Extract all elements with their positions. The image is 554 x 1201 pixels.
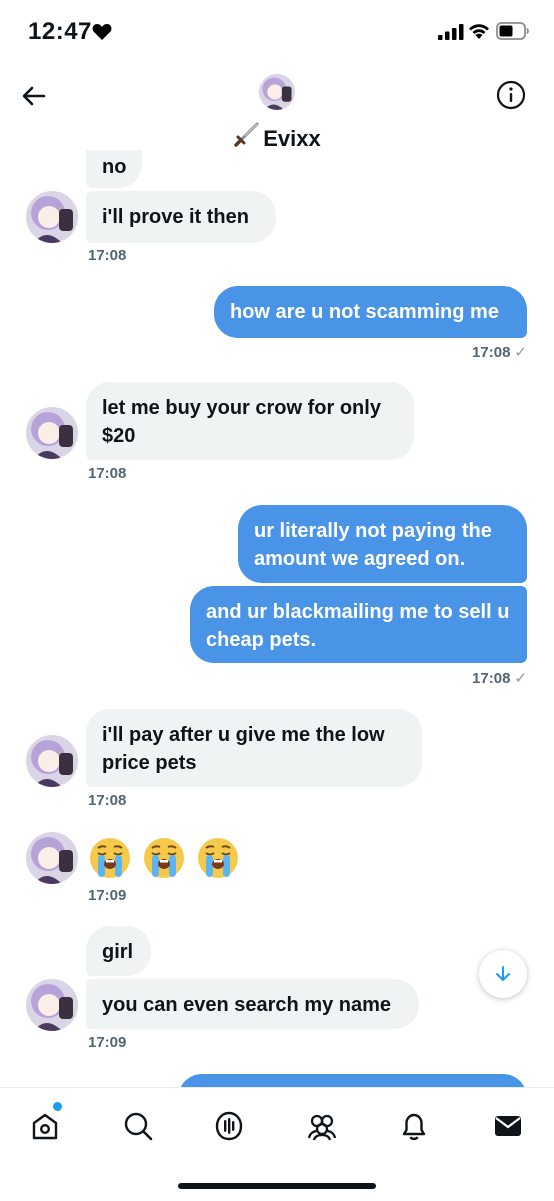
cellular-signal-icon xyxy=(438,24,464,40)
avatar[interactable] xyxy=(26,735,78,787)
message-timestamp: 17:09 xyxy=(88,887,127,904)
nav-spaces[interactable] xyxy=(209,1106,249,1146)
loudly-crying-face-icon xyxy=(198,838,238,878)
info-icon[interactable] xyxy=(496,80,526,110)
new-activity-dot xyxy=(53,1102,62,1111)
received-message[interactable]: i'll prove it then xyxy=(86,191,276,243)
sent-message[interactable]: how are u not scamming me xyxy=(214,286,527,338)
message-text: let me buy your crow for only $20 xyxy=(102,397,381,447)
received-message[interactable]: you can even search my name xyxy=(86,979,419,1029)
avatar[interactable] xyxy=(26,407,78,459)
message-text: you can even search my name xyxy=(102,994,392,1016)
search-icon xyxy=(124,1112,153,1141)
back-arrow-icon[interactable] xyxy=(18,80,50,112)
received-message[interactable]: girl xyxy=(86,926,151,976)
message-text: how are u not scamming me xyxy=(230,301,499,323)
loudly-crying-face-icon xyxy=(144,838,184,878)
timestamp-text: 17:08 xyxy=(472,344,511,361)
battery-icon xyxy=(496,22,529,40)
nav-communities[interactable] xyxy=(302,1106,342,1146)
loudly-crying-face-icon xyxy=(90,838,130,878)
emoji-message[interactable] xyxy=(88,834,240,880)
envelope-icon xyxy=(495,1116,521,1136)
scroll-to-bottom-button[interactable] xyxy=(479,950,527,998)
message-text: no xyxy=(102,156,127,178)
message-text: girl xyxy=(102,941,134,963)
spaces-icon xyxy=(215,1111,243,1141)
received-message[interactable]: no xyxy=(86,150,143,188)
received-message[interactable]: let me buy your crow for only $20 xyxy=(86,382,414,460)
status-bar: 12:47 xyxy=(0,0,554,66)
header-avatar[interactable] xyxy=(259,74,295,110)
nav-search[interactable] xyxy=(118,1106,158,1146)
wifi-icon xyxy=(469,24,489,39)
message-text: and ur blackmailing me to sell u cheap p… xyxy=(206,601,510,651)
message-timestamp: 17:08 ✓ xyxy=(472,343,527,361)
message-text: i'll pay after u give me the low price p… xyxy=(102,724,385,774)
sent-message[interactable]: ur literally not paying the amount we ag… xyxy=(238,505,527,583)
bell-icon xyxy=(402,1113,426,1141)
nav-notifications[interactable] xyxy=(394,1106,434,1146)
message-text: ur literally not paying the amount we ag… xyxy=(254,520,492,570)
sent-message[interactable] xyxy=(178,1074,527,1088)
dagger-emoji-icon xyxy=(234,122,259,147)
conversation-header: Evixx xyxy=(0,66,554,156)
message-timestamp: 17:08 xyxy=(88,247,127,264)
nav-messages[interactable] xyxy=(488,1106,528,1146)
sent-check-icon: ✓ xyxy=(514,344,527,361)
status-time: 12:47 xyxy=(28,18,92,45)
arrow-down-icon xyxy=(496,966,510,981)
conversation-name: Evixx xyxy=(263,126,321,151)
message-timestamp: 17:08 xyxy=(88,792,127,809)
avatar[interactable] xyxy=(26,191,78,243)
nav-home[interactable] xyxy=(25,1106,65,1146)
message-list[interactable]: no i'll prove it then 17:08 how are u no… xyxy=(0,150,554,1088)
home-icon xyxy=(32,1113,58,1140)
avatar[interactable] xyxy=(26,832,78,884)
message-timestamp: 17:08 ✓ xyxy=(472,669,527,687)
heart-icon xyxy=(92,24,112,40)
timestamp-text: 17:08 xyxy=(472,670,511,687)
avatar[interactable] xyxy=(26,979,78,1031)
conversation-title[interactable]: Evixx xyxy=(0,122,554,152)
message-timestamp: 17:09 xyxy=(88,1034,127,1051)
communities-icon xyxy=(307,1114,337,1141)
home-indicator[interactable] xyxy=(178,1183,376,1189)
sent-check-icon: ✓ xyxy=(514,670,527,687)
sent-message[interactable]: and ur blackmailing me to sell u cheap p… xyxy=(190,586,527,663)
message-timestamp: 17:08 xyxy=(88,465,127,482)
received-message[interactable]: i'll pay after u give me the low price p… xyxy=(86,709,422,787)
message-text: i'll prove it then xyxy=(102,206,249,228)
